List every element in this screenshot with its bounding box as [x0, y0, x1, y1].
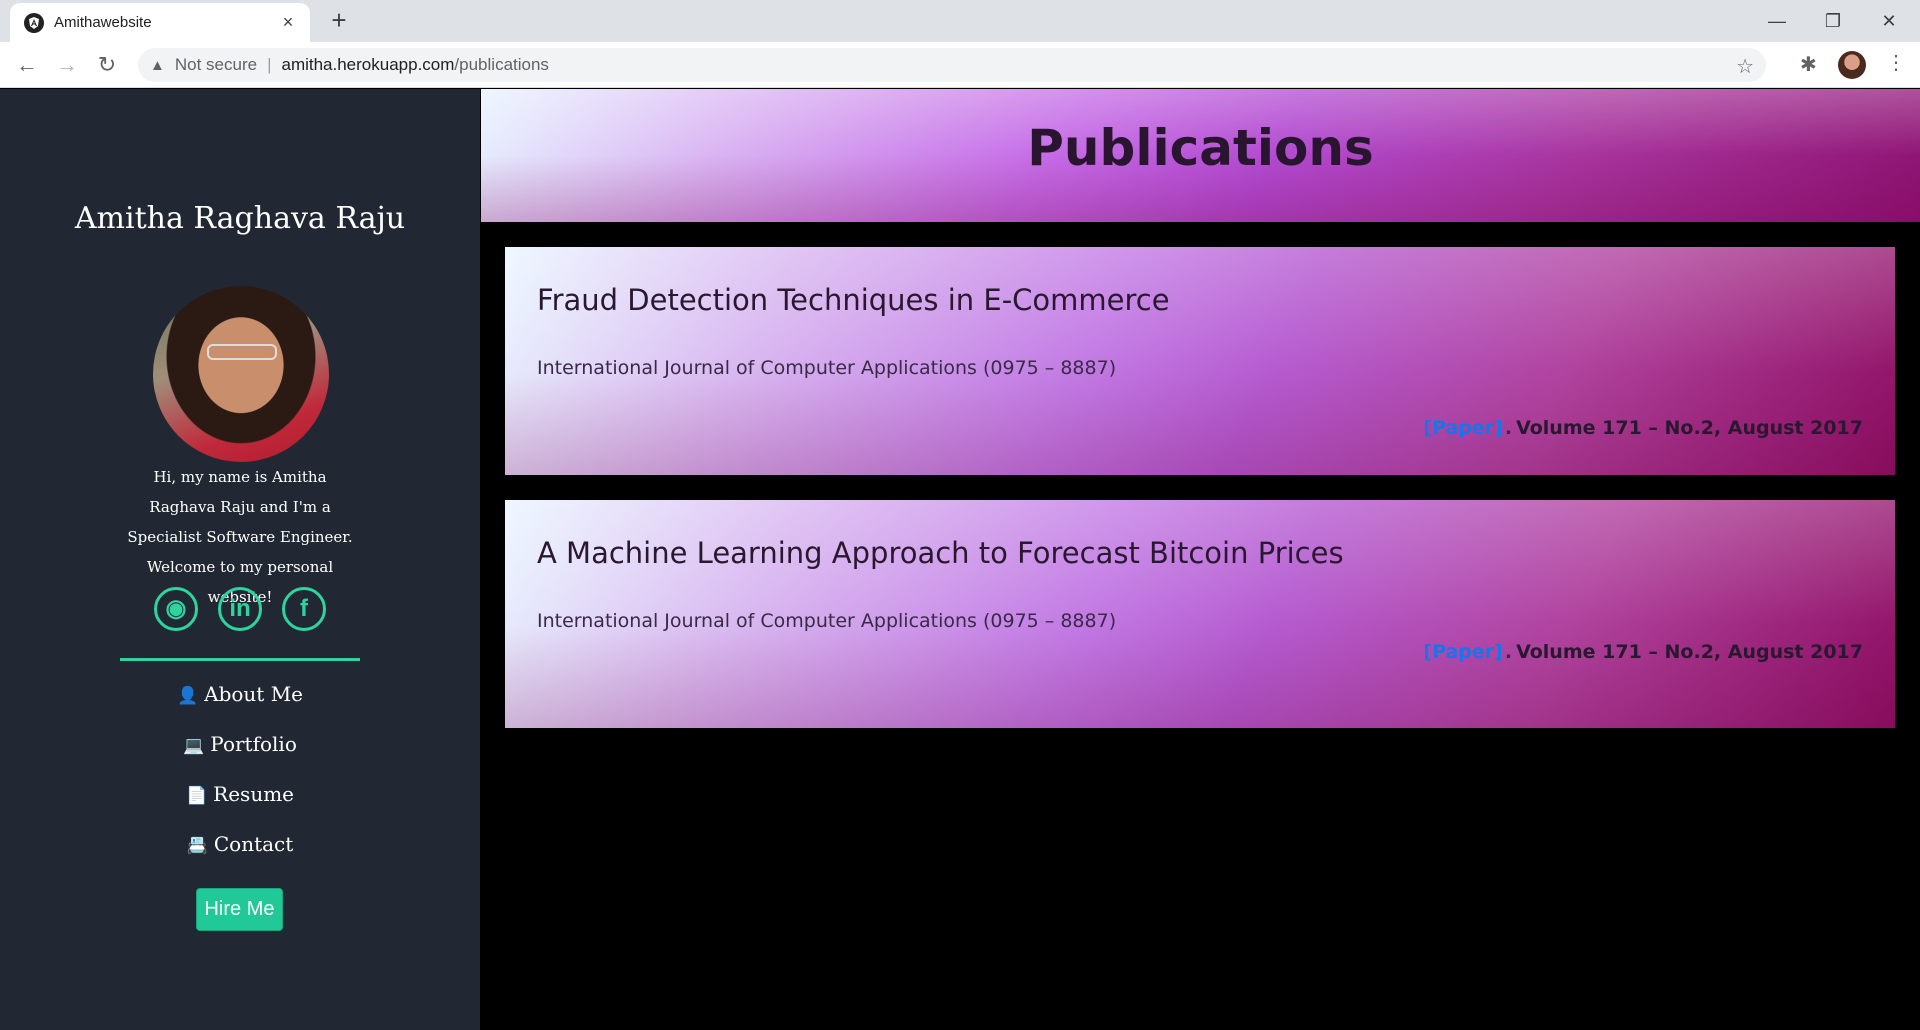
user-icon: 👤: [176, 686, 199, 706]
paper-link[interactable]: [Paper]: [1423, 641, 1502, 663]
forward-arrow-icon[interactable]: →: [52, 50, 82, 80]
sidebar-item-label: About Me: [204, 682, 304, 706]
url-separator: |: [267, 55, 272, 74]
browser-toolbar: ← → ↻ ▲ Not secure | amitha.herokuapp.co…: [0, 42, 1920, 88]
publication-journal: International Journal of Computer Applic…: [537, 610, 1117, 632]
github-icon[interactable]: ◉: [154, 587, 198, 631]
bookmark-star-icon[interactable]: ☆: [1736, 54, 1754, 79]
publication-title: Fraud Detection Techniques in E-Commerce: [537, 283, 1170, 317]
page-title: Publications: [1027, 119, 1374, 177]
profile-name: Amitha Raghava Raju: [74, 201, 406, 236]
url-path[interactable]: /publications: [454, 55, 549, 75]
sidebar-item-label: Resume: [213, 782, 294, 806]
social-links: ◉ in f: [0, 587, 480, 631]
publication-volume: Volume 171 – No.2, August 2017: [1516, 641, 1863, 663]
linkedin-icon[interactable]: in: [218, 587, 262, 631]
publication-card: A Machine Learning Approach to Forecast …: [505, 500, 1895, 728]
separator-dot: .: [1504, 417, 1513, 439]
extensions-puzzle-icon[interactable]: ✱: [1800, 52, 1817, 77]
browser-tab-bar: Amithawebsite × + — ❐ ✕: [0, 0, 1920, 42]
facebook-icon[interactable]: f: [282, 587, 326, 631]
contact-card-icon: 📇: [186, 836, 208, 856]
separator-dot: .: [1504, 641, 1513, 663]
paper-link[interactable]: [Paper]: [1423, 417, 1502, 439]
sidebar-item-resume[interactable]: 📄 Resume: [0, 769, 480, 819]
restore-button[interactable]: ❐: [1810, 6, 1856, 36]
publication-journal: International Journal of Computer Applic…: [537, 357, 1117, 379]
tab-title: Amithawebsite: [54, 14, 152, 31]
close-window-button[interactable]: ✕: [1866, 6, 1912, 36]
publication-card: Fraud Detection Techniques in E-Commerce…: [505, 247, 1895, 475]
hire-me-button[interactable]: Hire Me: [196, 888, 283, 931]
profile-photo: [153, 286, 329, 462]
publication-footer: [Paper]. Volume 171 – No.2, August 2017: [1423, 641, 1863, 663]
browser-profile-avatar[interactable]: [1838, 51, 1866, 79]
publication-title: A Machine Learning Approach to Forecast …: [537, 536, 1344, 570]
publication-volume: Volume 171 – No.2, August 2017: [1516, 417, 1863, 439]
page-header-banner: Publications: [481, 89, 1920, 222]
not-secure-label[interactable]: Not secure: [175, 55, 257, 75]
sidebar-item-contact[interactable]: 📇 Contact: [0, 819, 480, 869]
browser-menu-icon[interactable]: ⋮: [1886, 50, 1906, 75]
browser-tab[interactable]: Amithawebsite ×: [10, 3, 310, 42]
sidebar-nav: 👤 About Me 💻 Portfolio 📄 Resume 📇 Contact: [0, 669, 480, 869]
profile-photo-detail: [207, 344, 277, 360]
sidebar-item-label: Portfolio: [210, 732, 297, 756]
sidebar: Amitha Raghava Raju Hi, my name is Amith…: [0, 89, 480, 1030]
tab-close-icon[interactable]: ×: [278, 12, 298, 33]
new-tab-button[interactable]: +: [326, 7, 352, 34]
minimize-button[interactable]: —: [1754, 6, 1800, 36]
angular-favicon-icon: [24, 12, 44, 33]
sidebar-item-about-me[interactable]: 👤 About Me: [0, 669, 480, 719]
laptop-icon: 💻: [183, 736, 205, 756]
url-host[interactable]: amitha.herokuapp.com: [281, 55, 454, 75]
file-icon: 📄: [185, 786, 208, 806]
sidebar-item-label: Contact: [213, 832, 294, 856]
back-arrow-icon[interactable]: ←: [12, 50, 42, 80]
publication-footer: [Paper]. Volume 171 – No.2, August 2017: [1423, 417, 1863, 439]
warning-icon[interactable]: ▲: [150, 57, 165, 74]
sidebar-item-portfolio[interactable]: 💻 Portfolio: [0, 719, 480, 769]
reload-icon[interactable]: ↻: [92, 50, 122, 80]
sidebar-divider: [120, 658, 360, 661]
address-bar[interactable]: ▲ Not secure | amitha.herokuapp.com/publ…: [138, 48, 1766, 82]
